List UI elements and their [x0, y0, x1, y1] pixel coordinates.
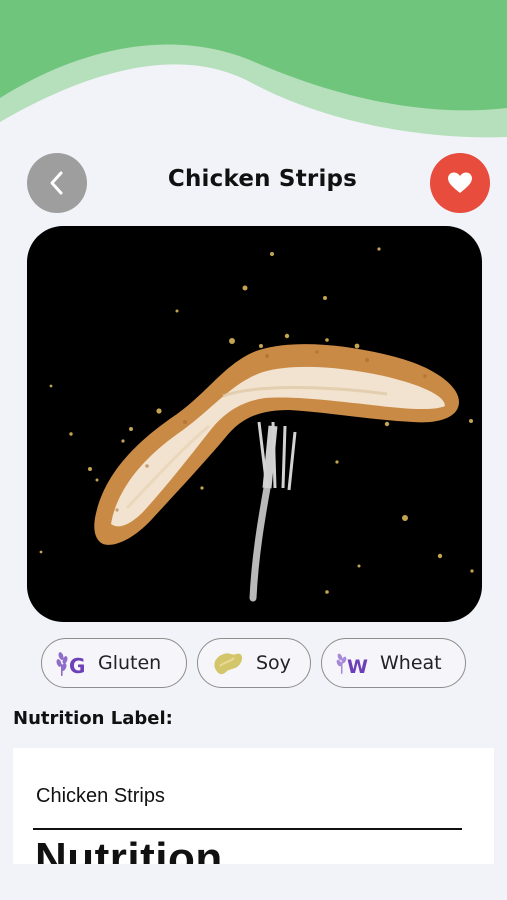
svg-text:W: W [347, 656, 368, 678]
nutrition-label-heading: Nutrition [35, 834, 223, 864]
nutrition-label-product-name: Chicken Strips [36, 785, 165, 807]
allergen-chip-wheat[interactable]: W Wheat [321, 638, 466, 688]
chevron-left-icon [50, 171, 63, 195]
allergen-list: G Gluten Soy W Wheat [41, 638, 466, 688]
chicken-strip-illustration [39, 247, 474, 602]
gluten-icon: G [56, 652, 85, 678]
allergen-label: Gluten [98, 652, 162, 674]
divider [33, 828, 462, 830]
allergen-label: Wheat [380, 652, 442, 674]
page-title: Chicken Strips [167, 166, 358, 192]
nutrition-label-card: Chicken Strips Nutrition [13, 748, 494, 864]
food-image [27, 226, 482, 622]
nutrition-section-title: Nutrition Label: [13, 708, 173, 729]
heart-icon [448, 172, 472, 193]
allergen-chip-soy[interactable]: Soy [197, 638, 311, 688]
allergen-label: Soy [256, 652, 291, 674]
svg-text:G: G [69, 654, 85, 678]
favorite-button[interactable] [430, 153, 490, 213]
wheat-icon: W [336, 653, 368, 678]
allergen-chip-gluten[interactable]: G Gluten [41, 638, 187, 688]
soybean-icon [214, 653, 243, 675]
back-button[interactable] [27, 153, 87, 213]
header-wave [0, 0, 507, 138]
